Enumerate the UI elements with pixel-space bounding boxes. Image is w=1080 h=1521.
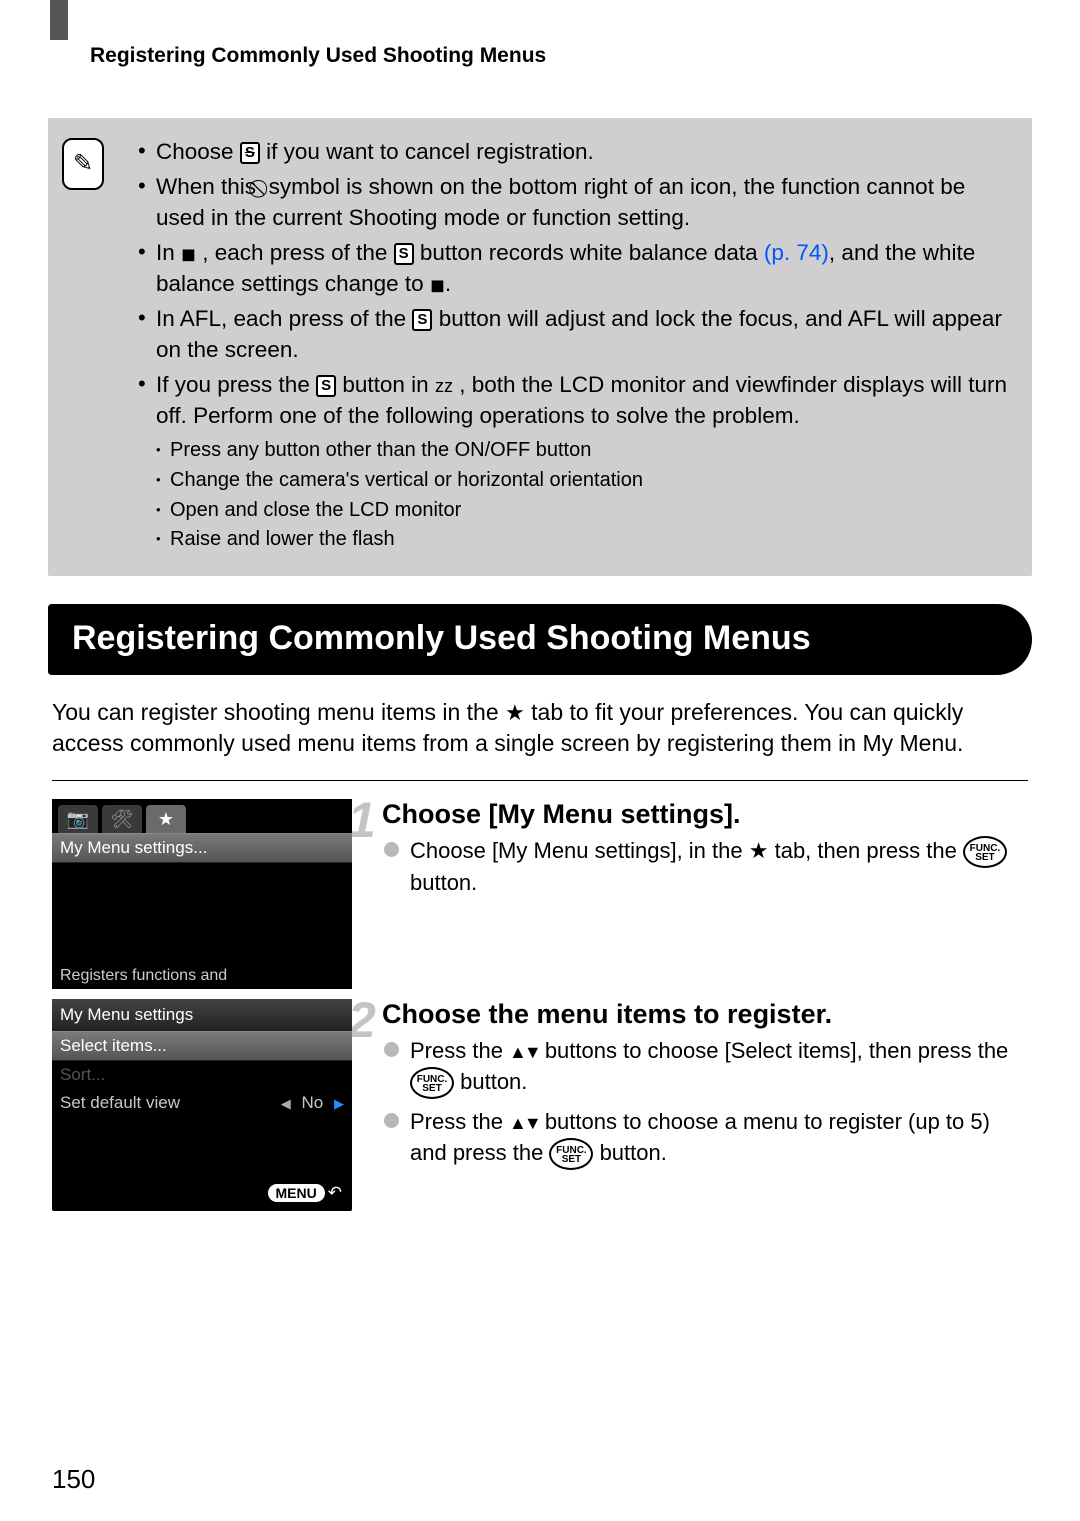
back-arrow-icon: ↶ [328,1183,342,1202]
text: In [156,240,181,265]
page-ref-link[interactable]: (p. 74) [764,240,829,265]
intro-paragraph: You can register shooting menu items in … [52,697,1028,760]
page-number: 150 [52,1464,95,1495]
note-item: When this ⃠ symbol is shown on the botto… [138,171,1012,233]
running-head: Registering Commonly Used Shooting Menus [0,0,1080,68]
camera-screenshot-mymenu-tab: 📷 🛠 ★ My Menu settings... Registers func… [52,799,352,989]
text: button records white balance data [420,240,764,265]
text: button. [460,1069,527,1094]
text: button. [600,1140,667,1165]
note-subitem: Change the camera's vertical or horizont… [156,467,1012,495]
text: . [445,271,451,296]
sleep-icon: zz [435,374,453,399]
step-heading: 1 Choose [My Menu settings]. [382,799,1028,830]
text: symbol is shown on the bottom right of a… [156,174,965,230]
text: Choose [My Menu settings], in the [410,838,749,863]
tools-tab-icon: 🛠 [102,805,142,833]
shortcut-s-icon: S [394,243,414,265]
text: In AFL, each press of the [156,306,412,331]
text: When this [156,174,262,199]
text: , each press of the [202,240,393,265]
menu-back-button: MENU [268,1184,325,1202]
note-subitem: Open and close the LCD monitor [156,497,1012,525]
separator [52,780,1028,781]
section-heading: Registering Commonly Used Shooting Menus [48,604,1032,675]
text: Choose [156,139,240,164]
menu-row-selected: Select items... [52,1031,352,1061]
right-arrow-icon: ▶ [334,1096,344,1112]
note-subitem: Raise and lower the flash [156,526,1012,554]
step-number: 1 [348,791,376,849]
text: if you want to cancel registration. [266,139,594,164]
step-heading: 2 Choose the menu items to register. [382,999,1028,1030]
note-subitem: Press any button other than the ON/OFF b… [156,437,1012,465]
text: If you press the [156,372,316,397]
up-down-icon: ▲▼ [509,1113,539,1133]
menu-row-value: No [302,1093,324,1112]
star-tab-icon: ★ [749,838,769,863]
step-bullet: Press the ▲▼ buttons to choose [Select i… [382,1036,1028,1099]
text: You can register shooting menu items in … [52,699,505,725]
step-title: Choose [My Menu settings]. [382,799,741,829]
camera-screenshot-mymenu-settings: My Menu settings Select items... Sort...… [52,999,352,1211]
step-bullet: Choose [My Menu settings], in the ★ tab,… [382,836,1028,899]
func-set-button-icon: FUNC.SET [410,1067,454,1099]
step-bullet: Press the ▲▼ buttons to choose a menu to… [382,1107,1028,1170]
shortcut-s-icon: S [316,375,336,397]
note-item: Choose S if you want to cancel registrat… [138,136,1012,167]
star-tab-icon: ★ [146,805,186,833]
left-arrow-icon: ◀ [281,1096,291,1112]
text: button in [342,372,435,397]
page-tab-marker [50,0,68,40]
up-down-icon: ▲▼ [509,1042,539,1062]
text: Press the [410,1038,509,1063]
camera-tab-icon: 📷 [58,805,98,833]
camera-help-text: Registers functions and [52,963,352,989]
text: tab, then press the [775,838,963,863]
note-item: In ◼ , each press of the S button record… [138,237,1012,299]
step-title: Choose the menu items to register. [382,999,832,1029]
menu-row-selected: My Menu settings... [52,833,352,863]
step-number: 2 [348,991,376,1049]
text: Press the [410,1109,509,1134]
note-item: In AFL, each press of the S button will … [138,303,1012,365]
func-set-button-icon: FUNC.SET [963,836,1007,868]
text: button. [410,870,477,895]
text: buttons to choose [Select items], then p… [545,1038,1008,1063]
wb-icon: ◼ [181,242,196,267]
pencil-icon: ✎ [62,138,104,190]
note-box: ✎ Choose S if you want to cancel registr… [48,118,1032,576]
shortcut-s-icon: S [412,309,432,331]
menu-row: Set default view ◀ No ▶ [52,1089,352,1117]
menu-row-label: Set default view [60,1093,180,1112]
camera-screen-title: My Menu settings [52,999,352,1031]
menu-row-disabled: Sort... [52,1061,352,1089]
star-tab-icon: ★ [505,700,525,725]
func-set-button-icon: FUNC.SET [549,1138,593,1170]
cancel-shortcut-icon: S [240,142,260,164]
wb-icon: ◼ [430,273,445,298]
note-item: If you press the S button in zz , both t… [138,369,1012,553]
